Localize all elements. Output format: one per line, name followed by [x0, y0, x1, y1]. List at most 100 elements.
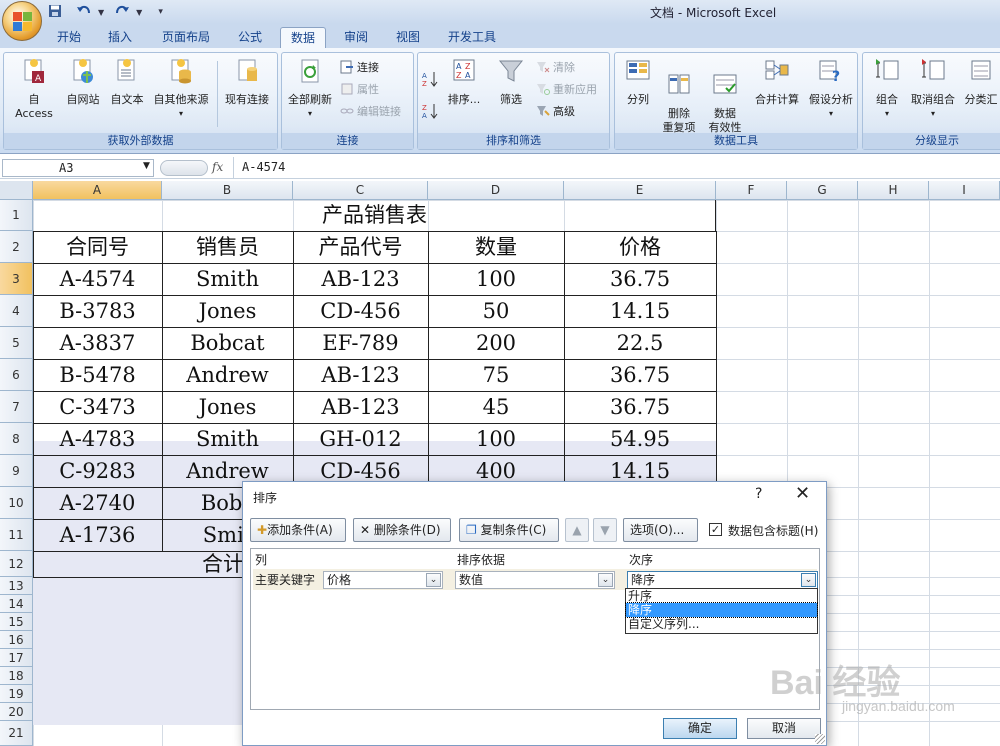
tab-insert[interactable]: 插入 [98, 27, 142, 48]
from-other-sources-button[interactable]: 自其他来源 ▾ [150, 57, 212, 121]
table-cell[interactable]: 100 [428, 263, 564, 295]
select-all-corner[interactable] [0, 181, 33, 200]
row-header[interactable]: 20 [0, 703, 33, 721]
col-header-a[interactable]: A [33, 181, 162, 200]
group-button[interactable]: 组合 ▾ [869, 57, 905, 121]
row-header[interactable]: 8 [0, 423, 33, 455]
col-header-c[interactable]: C [293, 181, 428, 200]
table-cell[interactable]: 36.75 [564, 391, 716, 423]
row-header[interactable]: 5 [0, 327, 33, 359]
table-cell[interactable]: Jones [162, 391, 293, 423]
help-button[interactable]: ? [755, 486, 762, 502]
row-header[interactable]: 14 [0, 595, 33, 613]
col-header-i[interactable]: I [929, 181, 1000, 200]
table-cell[interactable]: 200 [428, 327, 564, 359]
col-header-d[interactable]: D [428, 181, 564, 200]
table-cell[interactable]: C-3473 [33, 391, 162, 423]
text-to-columns-button[interactable]: 分列 [619, 57, 657, 107]
table-cell[interactable]: Andrew [162, 359, 293, 391]
delete-condition-button[interactable]: ✕ 删除条件(D) [353, 518, 451, 542]
tab-page-layout[interactable]: 页面布局 [152, 27, 220, 48]
table-cell[interactable]: C-9283 [33, 455, 162, 487]
sheet-title-cell[interactable]: 产品销售表 [33, 200, 716, 231]
advanced-filter-button[interactable]: 高级 [536, 103, 575, 119]
redo-icon[interactable] [114, 4, 130, 21]
clear-button[interactable]: 清除 [536, 59, 575, 75]
resize-grip[interactable] [815, 734, 825, 744]
table-cell[interactable]: A-1736 [33, 519, 162, 551]
tab-review[interactable]: 审阅 [334, 27, 378, 48]
table-cell[interactable]: A-3837 [33, 327, 162, 359]
table-cell[interactable]: B-5478 [33, 359, 162, 391]
move-up-button[interactable]: ▲ [565, 518, 589, 542]
table-cell[interactable]: EF-789 [293, 327, 428, 359]
row-header[interactable]: 3 [0, 263, 33, 295]
options-button[interactable]: 选项(O)... [623, 518, 698, 542]
order-option-custom-list[interactable]: 自定义序列... [626, 617, 817, 631]
existing-connections-button[interactable]: 现有连接 [220, 57, 274, 107]
insert-function-icon[interactable]: fx [212, 160, 223, 174]
row-header[interactable]: 7 [0, 391, 33, 423]
from-web-button[interactable]: 自网站 [62, 57, 104, 107]
table-cell[interactable]: 75 [428, 359, 564, 391]
table-cell[interactable]: Jones [162, 295, 293, 327]
order-option-ascending[interactable]: 升序 [626, 589, 817, 603]
row-header[interactable]: 11 [0, 519, 33, 551]
refresh-all-button[interactable]: 全部刷新 ▾ [284, 57, 336, 121]
cancel-button[interactable]: 取消 [747, 718, 821, 739]
col-header-h[interactable]: H [858, 181, 929, 200]
row-header[interactable]: 10 [0, 487, 33, 519]
sort-on-select[interactable]: 数值 ⌄ [455, 571, 615, 589]
row-header[interactable]: 21 [0, 721, 33, 746]
consolidate-button[interactable]: 合并计算 [751, 57, 803, 107]
name-box-dropdown-icon[interactable]: ▼ [143, 161, 150, 171]
order-option-descending[interactable]: 降序 [625, 602, 818, 618]
tab-home[interactable]: 开始 [47, 27, 91, 48]
col-header-e[interactable]: E [564, 181, 716, 200]
connections-button[interactable]: 连接 [340, 59, 379, 75]
undo-icon[interactable] [76, 4, 92, 21]
table-cell[interactable]: Smith [162, 423, 293, 455]
table-header-cell[interactable]: 数量 [428, 231, 564, 263]
office-button[interactable] [2, 1, 42, 41]
row-header[interactable]: 1 [0, 200, 33, 231]
tab-developer[interactable]: 开发工具 [440, 27, 504, 48]
formula-input[interactable]: A-4574 [242, 160, 285, 174]
table-cell[interactable]: AB-123 [293, 263, 428, 295]
row-header[interactable]: 12 [0, 551, 33, 577]
ok-button[interactable]: 确定 [663, 718, 737, 739]
has-headers-checkbox[interactable]: ✓ [709, 523, 722, 536]
table-header-cell[interactable]: 销售员 [162, 231, 293, 263]
undo-dropdown-icon[interactable]: ▼ [98, 8, 104, 17]
copy-condition-button[interactable]: ❐ 复制条件(C) [459, 518, 559, 542]
row-header[interactable]: 2 [0, 231, 33, 263]
row-header[interactable]: 18 [0, 667, 33, 685]
table-cell[interactable]: AB-123 [293, 391, 428, 423]
table-cell[interactable]: Smith [162, 263, 293, 295]
customize-qat-icon[interactable]: ▾ [158, 7, 163, 17]
tab-formulas[interactable]: 公式 [228, 27, 272, 48]
table-cell[interactable]: A-4783 [33, 423, 162, 455]
col-header-f[interactable]: F [716, 181, 787, 200]
from-text-button[interactable]: 自文本 [106, 57, 148, 107]
formula-bar-expand-handle[interactable] [160, 160, 208, 176]
sort-descending-button[interactable]: ZA [422, 103, 440, 120]
redo-dropdown-icon[interactable]: ▼ [136, 8, 142, 17]
sort-ascending-button[interactable]: AZ [422, 71, 440, 88]
close-button[interactable]: ✕ [795, 483, 810, 504]
name-box[interactable]: A3 [2, 159, 154, 177]
table-cell[interactable]: 50 [428, 295, 564, 327]
properties-button[interactable]: 属性 [340, 81, 379, 97]
table-cell[interactable]: 54.95 [564, 423, 716, 455]
move-down-button[interactable]: ▼ [593, 518, 617, 542]
table-cell[interactable]: 36.75 [564, 263, 716, 295]
column-select[interactable]: 价格 ⌄ [323, 571, 443, 589]
sort-button[interactable]: AZZA 排序... [444, 57, 484, 107]
table-header-cell[interactable]: 价格 [564, 231, 716, 263]
row-header[interactable]: 17 [0, 649, 33, 667]
table-cell[interactable]: GH-012 [293, 423, 428, 455]
add-condition-button[interactable]: ✚添加条件(A) [250, 518, 346, 542]
row-header[interactable]: 6 [0, 359, 33, 391]
subtotal-button[interactable]: 分类汇 [961, 57, 1000, 107]
filter-button[interactable]: 筛选 [494, 57, 528, 107]
